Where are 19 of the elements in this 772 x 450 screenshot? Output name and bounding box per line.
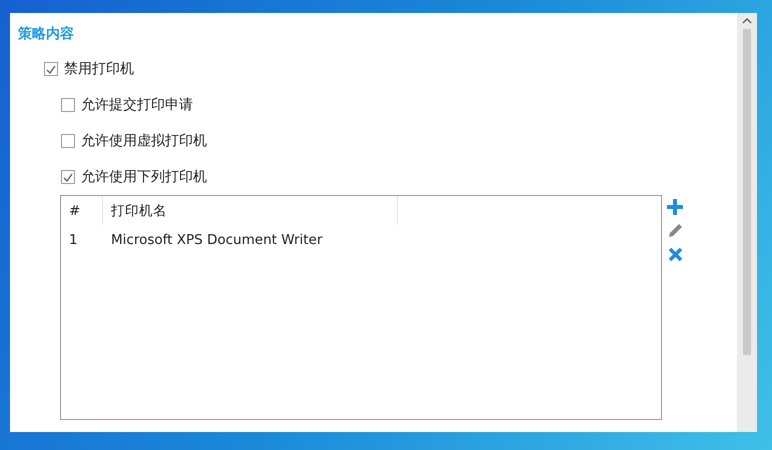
column-header[interactable]: 打印机名 [103,196,398,225]
section-title: 策略内容 [18,25,75,43]
checkbox[interactable] [61,98,75,112]
add-button[interactable] [666,197,684,216]
delete-button[interactable] [666,245,684,264]
scrollbar[interactable] [737,13,757,432]
checkbox-label: 禁用打印机 [64,60,134,78]
checkbox-label: 允许提交打印申请 [81,96,193,114]
scrollbar-thumb[interactable] [743,29,751,355]
checkbox[interactable] [61,170,75,184]
table-cell-text: 1 [68,232,79,248]
checkbox[interactable] [61,134,75,148]
checkbox-label: 允许使用虚拟打印机 [81,132,207,150]
chevron-up-icon [742,18,752,24]
column-header[interactable]: # [61,196,103,225]
checkbox[interactable] [44,62,58,76]
table-cell-text: Microsoft XPS Document Writer [110,232,324,248]
edit-button[interactable] [666,221,684,240]
checkbox-label: 允许使用下列打印机 [81,168,207,186]
